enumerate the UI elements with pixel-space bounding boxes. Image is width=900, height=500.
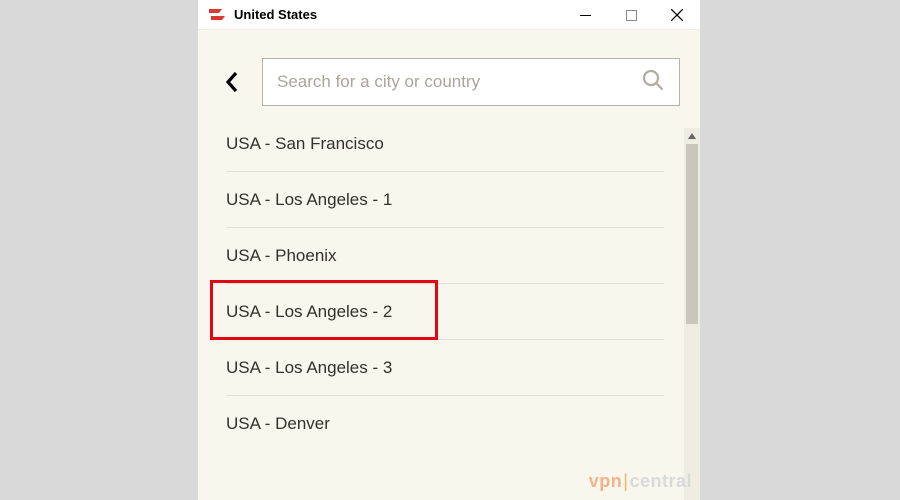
- watermark-separator: |: [623, 471, 628, 492]
- window-title: United States: [234, 7, 317, 22]
- titlebar-left: United States: [208, 7, 562, 22]
- scroll-up-arrow-icon[interactable]: [684, 128, 700, 144]
- scrollbar-track[interactable]: [684, 128, 700, 500]
- maximize-button[interactable]: [608, 0, 654, 30]
- location-item[interactable]: USA - Phoenix: [226, 228, 664, 284]
- expressvpn-icon: [208, 8, 226, 22]
- app-window: United States USA - San FranciscoUSA - L…: [198, 0, 700, 500]
- location-item[interactable]: USA - Denver: [226, 396, 664, 451]
- scrollbar-thumb[interactable]: [686, 144, 698, 324]
- watermark-left: vpn: [589, 471, 623, 492]
- location-list-wrap: USA - San FranciscoUSA - Los Angeles - 1…: [198, 128, 700, 500]
- location-item[interactable]: USA - Los Angeles - 1: [226, 172, 664, 228]
- titlebar: United States: [198, 0, 700, 30]
- close-button[interactable]: [654, 0, 700, 30]
- watermark-right: central: [629, 471, 692, 492]
- location-item[interactable]: USA - Los Angeles - 2: [226, 284, 664, 340]
- search-row: [198, 30, 700, 128]
- back-button[interactable]: [218, 68, 246, 96]
- search-icon: [641, 68, 665, 97]
- minimize-button[interactable]: [562, 0, 608, 30]
- location-item[interactable]: USA - San Francisco: [226, 128, 664, 172]
- location-item[interactable]: USA - Los Angeles - 3: [226, 340, 664, 396]
- location-list: USA - San FranciscoUSA - Los Angeles - 1…: [198, 128, 684, 500]
- search-box[interactable]: [262, 58, 680, 106]
- window-controls: [562, 0, 700, 29]
- watermark: vpn | central: [589, 471, 692, 492]
- search-input[interactable]: [277, 72, 641, 92]
